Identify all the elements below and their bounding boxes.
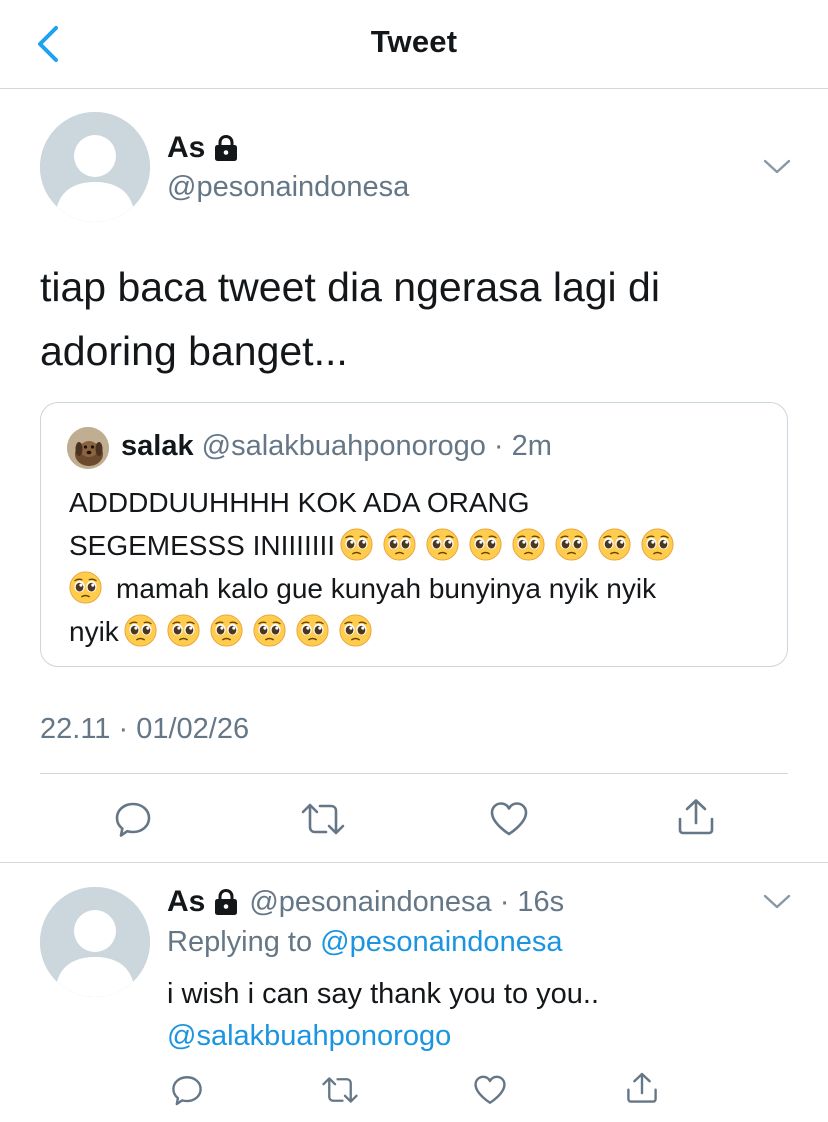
like-button[interactable] [472, 1073, 508, 1107]
reply-icon [115, 802, 151, 837]
like-button[interactable] [488, 799, 530, 839]
quoted-text-segment: mamah kalo gue kunyah bunyinya nyik nyik [116, 573, 657, 604]
pleading-face-emoji [426, 528, 459, 561]
quoted-text-segment: SEGEMESSS INIIIIIII [69, 530, 336, 561]
pleading-face-emoji [512, 528, 545, 561]
pleading-face-emoji [555, 528, 588, 561]
pleading-face-emoji [253, 614, 286, 647]
quoted-text-line: mamah kalo gue kunyah bunyinya nyik nyik [69, 567, 769, 610]
replying-to-prefix: Replying to [167, 926, 321, 958]
retweet-icon [301, 803, 345, 835]
author-handle[interactable]: @pesonaindonesa [167, 171, 409, 204]
page-title: Tweet [370, 24, 458, 59]
pleading-face-emoji [296, 614, 329, 647]
heart-icon [490, 802, 528, 836]
reply-author-avatar[interactable] [40, 887, 150, 997]
pleading-face-emoji [69, 571, 102, 604]
chevron-down-icon[interactable] [762, 157, 792, 177]
reply-button[interactable] [170, 1073, 204, 1107]
pleading-face-emoji [339, 614, 372, 647]
reply-button[interactable] [113, 799, 153, 839]
navigation-bar: Tweet [0, 0, 828, 89]
pleading-face-emoji [167, 614, 200, 647]
author-name: As [167, 131, 206, 164]
tweet-text: tiap baca tweet dia ngerasa lagi di ador… [40, 255, 790, 383]
reply-header: As @pesonaindonesa · 16s [167, 885, 564, 919]
mention-link[interactable]: @salakbuahponorogo [167, 1020, 451, 1053]
pleading-face-emoji [340, 528, 373, 561]
retweet-button[interactable] [300, 799, 346, 839]
share-icon [627, 1072, 657, 1103]
dog-photo-icon [67, 427, 109, 469]
lock-icon [213, 888, 239, 916]
quoted-text-line: SEGEMESSS INIIIIIII [69, 524, 769, 567]
heart-icon [474, 1075, 506, 1104]
quoted-header: salak @salakbuahponorogo · 2m [121, 430, 552, 463]
lock-icon [213, 134, 239, 162]
quoted-text-line: ADDDDUUHHHH KOK ADA ORANG [69, 487, 530, 518]
quoted-author-name: salak [121, 430, 194, 462]
default-avatar-icon [40, 887, 150, 997]
replying-to-handle-link[interactable]: @pesonaindonesa [320, 926, 562, 958]
share-button[interactable] [676, 797, 716, 837]
reply-icon [172, 1076, 202, 1106]
section-separator [0, 862, 828, 863]
default-avatar-icon [40, 112, 150, 222]
pleading-face-emoji [641, 528, 674, 561]
tweet-text-line: tiap baca tweet dia ngerasa lagi di [40, 264, 660, 310]
quoted-text-segment: nyik [69, 616, 119, 647]
share-icon [678, 799, 714, 835]
divider [40, 773, 788, 774]
retweet-button[interactable] [321, 1073, 359, 1107]
quoted-tweet-card[interactable]: salak @salakbuahponorogo · 2m ADDDDUUHHH… [40, 402, 788, 667]
tweet-timestamp[interactable]: 22.11 · 01/02/26 [40, 713, 249, 746]
quoted-text-line: nyik [69, 610, 769, 653]
quoted-author-avatar [67, 427, 109, 469]
author-avatar[interactable] [40, 112, 150, 222]
retweet-icon [322, 1077, 358, 1103]
author-name-row[interactable]: As [167, 131, 239, 165]
quoted-author-meta: @salakbuahponorogo · 2m [201, 430, 552, 462]
pleading-face-emoji [469, 528, 502, 561]
reply-text: i wish i can say thank you to you.. [167, 978, 599, 1010]
share-button[interactable] [625, 1071, 659, 1105]
pleading-face-emoji [383, 528, 416, 561]
tweet-text-line: adoring banget... [40, 328, 348, 374]
pleading-face-emoji [598, 528, 631, 561]
chevron-down-icon[interactable] [762, 892, 792, 912]
pleading-face-emoji [124, 614, 157, 647]
quoted-text: ADDDDUUHHHH KOK ADA ORANG SEGEMESSS INII… [69, 481, 769, 653]
reply-author-name[interactable]: As [167, 885, 205, 919]
replying-to: Replying to @pesonaindonesa [167, 926, 562, 959]
pleading-face-emoji [210, 614, 243, 647]
reply-author-meta: @pesonaindonesa · 16s [249, 885, 565, 918]
